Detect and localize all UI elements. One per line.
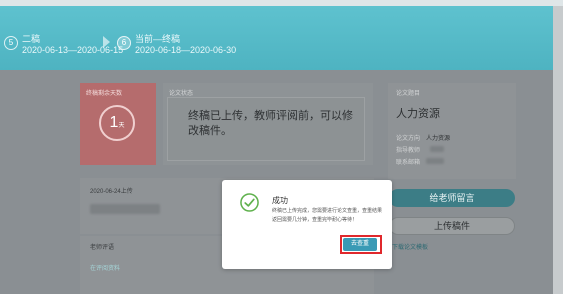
message-teacher-button[interactable]: 给老师留言: [389, 189, 515, 207]
contact-row: 联系邮箱: [396, 157, 445, 166]
dialog-message: 终稿已上传完成，您需要进行论文查重，查重结果返回需要几分钟，查重完毕耐心等待！: [272, 208, 383, 223]
upload-manuscript-button[interactable]: 上传稿件: [389, 217, 515, 235]
countdown-card: 终稿剩余天数 1天: [80, 83, 156, 165]
topic-label: 论文题目: [396, 91, 421, 97]
check-duplicate-highlight: 去查重: [340, 235, 382, 254]
countdown-ring: 1天: [99, 105, 135, 141]
upload-date: 2020-06-24上传: [90, 189, 133, 195]
status-card: 论文状态 终稿已上传，教师评阅前，可以修改稿件。: [163, 83, 373, 165]
redacted-advisor: [430, 146, 445, 152]
step-name: 当前—终稿: [135, 34, 181, 44]
redacted-email: [426, 158, 445, 164]
success-check-icon: [240, 193, 259, 212]
dialog-title: 成功: [272, 196, 288, 205]
step-arrow-icon: [103, 36, 110, 48]
direction-label: 论文方向: [396, 136, 421, 142]
review-material-link[interactable]: 在评阅资料: [90, 263, 120, 272]
countdown-unit: 天: [118, 123, 125, 129]
step-number: 5: [4, 36, 18, 50]
advisor-row: 指导教师: [396, 145, 445, 154]
step-dates: 2020-06-18—2020-06-30: [135, 45, 237, 55]
status-text: 终稿已上传，教师评阅前，可以修改稿件。: [188, 110, 353, 137]
redacted-filename: [90, 204, 160, 214]
success-dialog: 成功 终稿已上传完成，您需要进行论文查重，查重结果返回需要几分钟，查重完毕耐心等…: [222, 180, 392, 269]
step-number: 6: [117, 36, 131, 50]
advisor-review-label: 老师评语: [90, 245, 115, 251]
topic-card: 论文题目 人力资源 论文方向 人力资源 指导教师 联系邮箱: [388, 83, 516, 179]
contact-label: 联系邮箱: [396, 160, 421, 166]
direction-row: 论文方向 人力资源: [396, 133, 450, 142]
stage-header: 5 二稿 2020-06-13—2020-06-15 6 当前—终稿 2020-…: [0, 6, 563, 70]
step-name: 二稿: [22, 34, 41, 44]
download-template-link[interactable]: 下载论文模板: [392, 242, 428, 251]
topic-title: 人力资源: [396, 108, 440, 120]
status-label: 论文状态: [169, 91, 194, 97]
direction-value: 人力资源: [426, 136, 451, 142]
check-duplicate-button[interactable]: 去查重: [343, 238, 377, 251]
countdown-label: 终稿剩余天数: [86, 91, 123, 97]
scrollbar[interactable]: [553, 6, 563, 294]
advisor-label: 指导教师: [396, 148, 421, 154]
